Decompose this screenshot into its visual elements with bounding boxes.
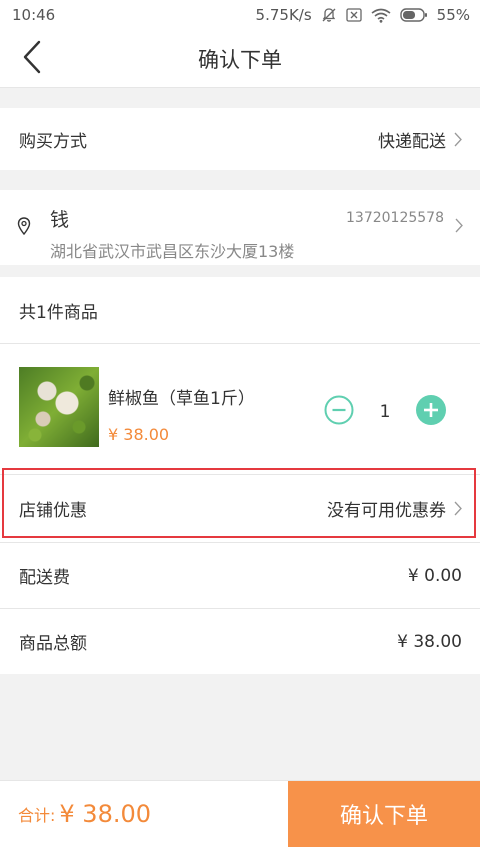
product-price: ¥ 38.00 [108,425,170,444]
product-thumbnail[interactable] [19,367,99,447]
checkout-bar: 合计: ¥ 38.00 确认下单 [0,780,480,847]
chevron-right-icon [454,132,462,147]
total-amount: ¥ 38.00 [59,800,152,828]
total-label: 合计: [18,806,56,825]
purchase-method-label: 购买方式 [19,131,87,152]
page-title: 确认下单 [198,47,282,72]
purchase-method-value: 快递配送 [378,131,446,152]
product-name: 鲜椒鱼（草鱼1斤） [108,389,255,409]
battery-level: 55% [436,6,470,24]
section-gap [0,88,480,108]
sim-x-icon [346,8,362,22]
status-bar: 10:46 5.75K/s 55% [0,0,480,30]
confirm-order-button[interactable]: 确认下单 [288,781,480,847]
recipient-name: 钱 [50,209,70,231]
plus-icon[interactable] [416,395,446,429]
minus-icon[interactable] [324,395,354,429]
address-detail: 湖北省武汉市武昌区东沙大厦13楼 [50,242,295,261]
status-icons: 5.75K/s 55% [256,6,470,24]
purchase-method-row[interactable]: 购买方式 快递配送 [0,108,480,170]
battery-icon [399,8,428,22]
recipient-phone: 13720125578 [346,210,444,226]
coupon-value: 没有可用优惠券 [327,501,446,521]
store-coupon-label: 店铺优惠 [19,501,87,521]
delivery-fee-label: 配送费 [19,568,70,588]
back-arrow-icon [22,40,42,78]
status-time: 10:46 [12,6,56,24]
network-speed: 5.75K/s [255,6,312,24]
delivery-fee-row: 配送费 ¥ 0.00 [0,543,480,608]
back-button[interactable] [14,40,50,78]
quantity-value: 1 [379,402,391,422]
items-count-label: 共1件商品 [19,302,98,323]
chevron-right-icon [454,501,462,516]
items-count-row: 共1件商品 [0,277,480,343]
wifi-icon [371,8,391,23]
goods-total-value: ¥ 38.00 [397,631,462,652]
section-gap [0,170,480,190]
chevron-right-icon [455,218,463,233]
bell-off-icon [321,7,337,23]
purchase-method-selector[interactable]: 快递配送 [378,127,462,152]
store-coupon-row[interactable]: 店铺优惠 没有可用优惠券 [0,475,480,542]
quantity-stepper: 1 [324,395,446,429]
product-item: 鲜椒鱼（草鱼1斤） ¥ 38.00 1 [0,344,480,474]
order-total: 合计: ¥ 38.00 [0,781,288,847]
goods-total-label: 商品总额 [19,634,87,654]
delivery-fee-value: ¥ 0.00 [407,565,462,586]
location-pin-icon [17,217,31,239]
coupon-selector[interactable]: 没有可用优惠券 [327,496,462,521]
nav-header: 确认下单 [0,30,480,88]
goods-total-row: 商品总额 ¥ 38.00 [0,609,480,674]
address-card[interactable]: 钱 13720125578 湖北省武汉市武昌区东沙大厦13楼 [0,190,480,265]
section-gap [0,265,480,277]
